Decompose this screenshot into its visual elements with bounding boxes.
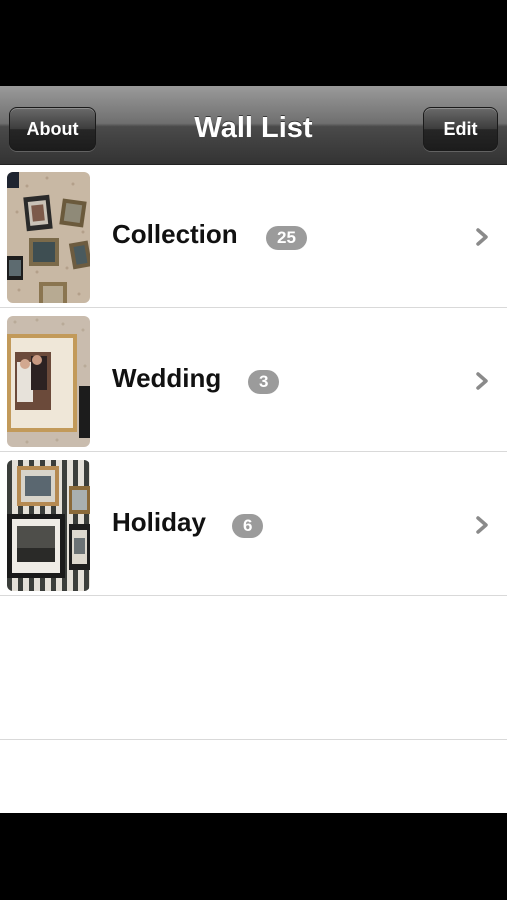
wall-row-collection[interactable]: Collection 25	[0, 165, 507, 308]
photo-count-badge: 3	[248, 370, 280, 394]
chevron-right-icon	[476, 372, 488, 390]
status-bar	[0, 0, 507, 86]
wall-name: Wedding	[112, 363, 222, 393]
collection-thumbnail	[7, 172, 90, 303]
row-separator	[0, 739, 507, 740]
wedding-thumbnail	[7, 316, 90, 447]
photo-count-badge: 25	[266, 226, 307, 250]
edit-button[interactable]: Edit	[423, 107, 498, 151]
bottom-bar	[0, 813, 507, 900]
wall-name: Collection	[112, 219, 238, 249]
photo-count-badge: 6	[232, 514, 264, 538]
navigation-bar: About Wall List Edit	[0, 86, 507, 165]
wall-row-wedding[interactable]: Wedding 3	[0, 309, 507, 452]
holiday-thumbnail	[7, 460, 90, 591]
chevron-right-icon	[476, 228, 488, 246]
app-screen: About Wall List Edit Collection 25 Weddi…	[0, 0, 507, 900]
wall-list-table: Collection 25 Wedding 3 Holiday 6	[0, 165, 507, 813]
chevron-right-icon	[476, 516, 488, 534]
wall-name: Holiday	[112, 507, 206, 537]
wall-row-holiday[interactable]: Holiday 6	[0, 453, 507, 596]
